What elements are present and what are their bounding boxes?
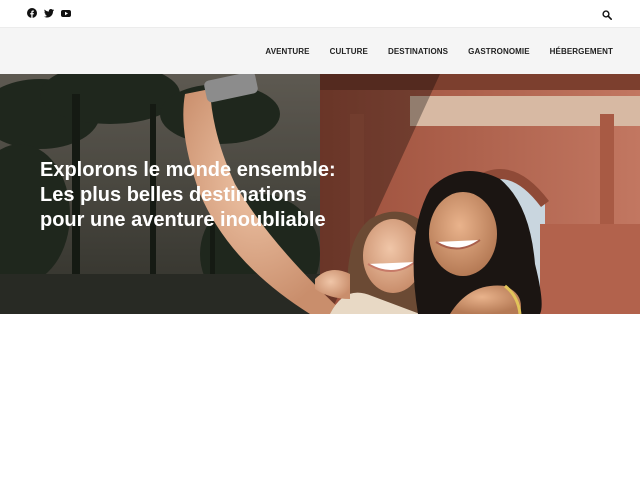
top-bar <box>0 0 640 28</box>
social-links <box>27 8 71 18</box>
nav-item-culture[interactable]: CULTURE <box>330 47 368 56</box>
nav-item-destinations[interactable]: DESTINATIONS <box>388 47 448 56</box>
main-navigation: AVENTURE CULTURE DESTINATIONS GASTRONOMI… <box>0 28 640 74</box>
youtube-icon[interactable] <box>61 8 71 18</box>
hero-title: Explorons le monde ensemble: Les plus be… <box>40 158 380 233</box>
nav-item-aventure[interactable]: AVENTURE <box>265 47 309 56</box>
nav-item-gastronomie[interactable]: GASTRONOMIE <box>468 47 530 56</box>
nav-menu: AVENTURE CULTURE DESTINATIONS GASTRONOMI… <box>265 28 613 74</box>
hero-title-line: pour une aventure inoubliable <box>40 209 326 231</box>
hero-title-line: Les plus belles destinations <box>40 184 307 206</box>
search-icon[interactable] <box>602 10 612 20</box>
facebook-icon[interactable] <box>27 8 37 18</box>
hero-title-line: Explorons le monde ensemble: <box>40 159 336 181</box>
hero-banner: Explorons le monde ensemble: Les plus be… <box>0 74 640 314</box>
twitter-icon[interactable] <box>44 8 54 18</box>
nav-item-hebergement[interactable]: HÉBERGEMENT <box>550 47 613 56</box>
page-content <box>0 314 640 480</box>
